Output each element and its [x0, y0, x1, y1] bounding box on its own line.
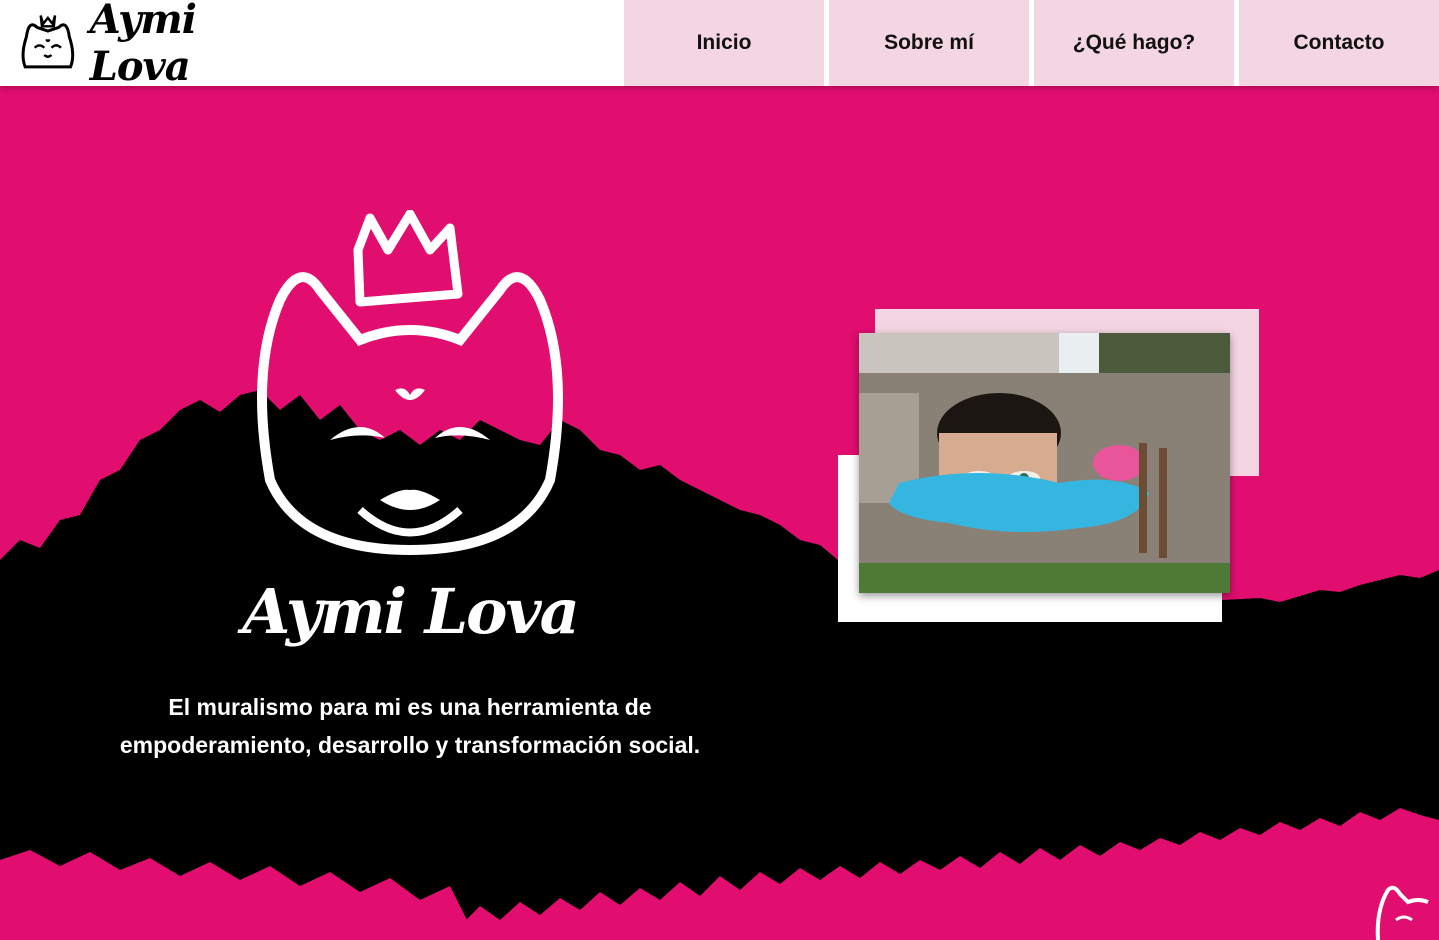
site-header: Aymi Lova Inicio Sobre mí ¿Qué hago? Con… [0, 0, 1439, 90]
nav-item-inicio[interactable]: Inicio [624, 0, 824, 86]
mural-image [859, 333, 1230, 593]
nav-item-que-hago[interactable]: ¿Qué hago? [1034, 0, 1234, 86]
brand-logo[interactable]: Aymi Lova [18, 0, 288, 90]
fox-outline-icon [1375, 885, 1429, 940]
brand-name: Aymi Lova [89, 0, 197, 90]
nav-item-sobre-mi[interactable]: Sobre mí [829, 0, 1029, 86]
nav-item-contacto[interactable]: Contacto [1239, 0, 1439, 86]
mural-photo [859, 333, 1230, 593]
hero-tagline-line-1: El muralismo para mi es una herramienta … [168, 694, 652, 720]
hero-tagline: El muralismo para mi es una herramienta … [60, 688, 760, 764]
hero-title: Aymi Lova [242, 575, 580, 648]
hero-fox-logo-icon [257, 210, 563, 556]
hero-tagline-line-2: empoderamiento, desarrollo y transformac… [119, 732, 701, 758]
main-nav: Inicio Sobre mí ¿Qué hago? Contacto [624, 0, 1439, 86]
crowned-fox-icon [21, 15, 75, 69]
